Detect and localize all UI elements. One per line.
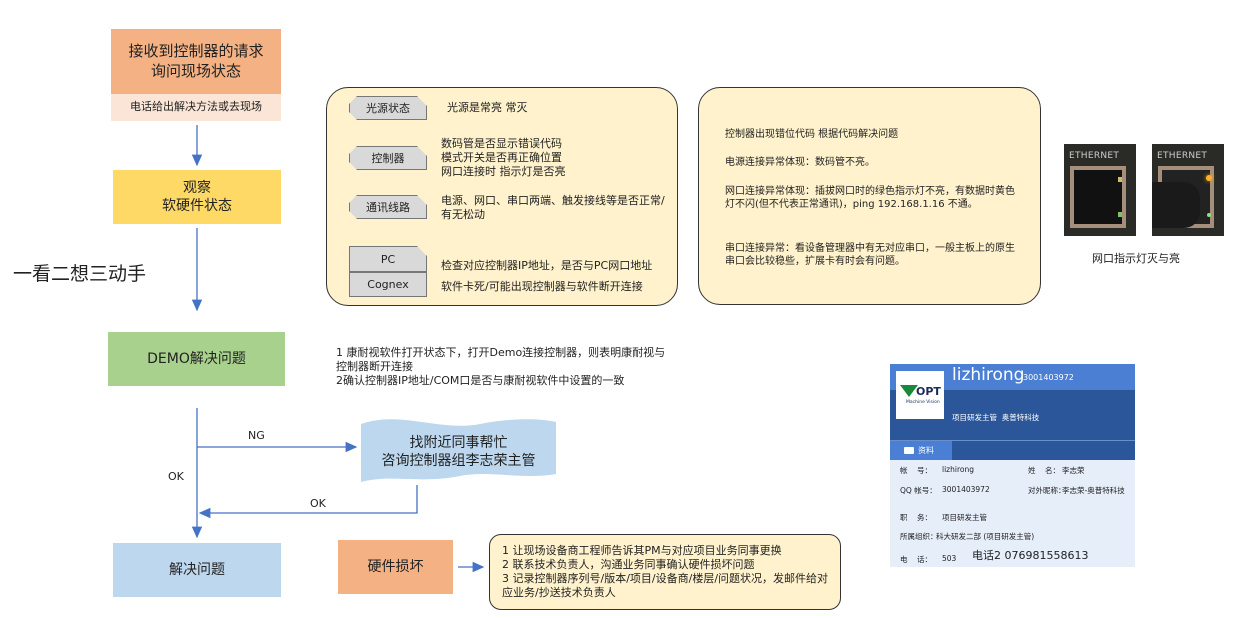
tag-cognex-label: Cognex	[367, 278, 409, 291]
field-qq: 3001403972	[942, 485, 990, 494]
field-account: lizhirong	[942, 465, 974, 474]
field-realname-label: 姓 名：	[1028, 466, 1061, 475]
controller-text: 数码管是否显示错误代码 模式开关是否再正确位置 网口连接时 指示灯是否亮	[441, 137, 566, 178]
field-org: 科大研发二部 (项目研发主管)	[936, 532, 1035, 541]
field-title: 项目研发主管	[942, 513, 987, 522]
field-phone2: 电话2 076981558613	[972, 549, 1089, 562]
step4-solve: 解决问题	[113, 543, 281, 597]
tag-cognex: Cognex	[349, 272, 427, 297]
tag-comm-line-label: 通讯线路	[366, 201, 410, 214]
ok-label-left: OK	[168, 470, 184, 483]
tag-pc-label: PC	[380, 252, 396, 266]
field-phone-label: 电 话：	[900, 555, 933, 564]
light-source-text: 光源是常亮 常灭	[447, 101, 528, 114]
check-panel: 光源状态 光源是常亮 常灭 控制器 数码管是否显示错误代码 模式开关是否再正确位…	[326, 87, 678, 306]
card-qq-header: 3001403972	[1023, 373, 1074, 382]
step3-title: DEMO解决问题	[147, 350, 246, 367]
step3-demo: DEMO解决问题	[108, 332, 285, 386]
card-name: lizhirong	[952, 365, 1025, 385]
ethernet-photo-off: ETHERNET	[1064, 144, 1136, 236]
step1-receive-request: 接收到控制器的请求 询问现场状态	[111, 29, 281, 94]
hardware-title: 硬件损坏	[367, 558, 424, 575]
pc-text: 检查对应控制器IP地址，是否与PC网口地址	[441, 259, 653, 272]
tag-comm-line: 通讯线路	[349, 195, 427, 219]
field-title-label: 职 务：	[900, 513, 933, 522]
opt-logo: OPT Machine Vision	[896, 371, 944, 419]
ethernet-label-on: ETHERNET	[1157, 151, 1208, 161]
diagnosis-panel: 控制器出现错位代码 根据代码解决问题 电源连接异常体现：数码管不亮。 网口连接异…	[698, 87, 1041, 305]
hardware-steps-panel: 1 让现场设备商工程师告诉其PM与对应项目业务同事更换 2 联系技术负责人，沟通…	[489, 534, 841, 610]
ethernet-caption: 网口指示灯灭与亮	[1092, 252, 1180, 265]
hardware-steps-text: 1 让现场设备商工程师告诉其PM与对应项目业务同事更换 2 联系技术负责人，沟通…	[502, 544, 829, 599]
field-account-label: 帐 号：	[900, 466, 933, 475]
step1-note-text: 电话给出解决方法或去现场	[130, 100, 262, 114]
card-subtitle: 项目研发主管 奥普特科技	[952, 413, 1040, 422]
demo-notes: 1 康耐视软件打开状态下，打开Demo连接控制器，则表明康耐视与控制器断开连接 …	[336, 346, 666, 387]
card-tab-label: 资料	[918, 446, 934, 455]
ethernet-photo-on: ETHERNET	[1152, 144, 1224, 236]
help-box: 找附近同事帮忙 咨询控制器组李志荣主管	[361, 426, 556, 478]
step1-note: 电话给出解决方法或去现场	[111, 94, 281, 121]
contact-card: 资料 OPT Machine Vision lizhirong 30014039…	[890, 364, 1135, 567]
diag-para-3: 网口连接异常体现：插拔网口时的绿色指示灯不亮，有数据时黄色灯不闪(但不代表正常通…	[725, 186, 1015, 210]
id-card-icon	[904, 447, 914, 454]
ethernet-label-off: ETHERNET	[1069, 151, 1120, 161]
ok-label-return: OK	[310, 497, 326, 510]
field-org-label: 所属组织：	[900, 532, 938, 541]
led-orange-on	[1206, 175, 1212, 181]
tag-pc: PC	[349, 246, 427, 272]
field-realname: 李志荣	[1062, 466, 1085, 475]
diag-para-2: 电源连接异常体现：数码管不亮。	[725, 157, 875, 168]
tag-controller: 控制器	[349, 146, 427, 170]
ng-label: NG	[248, 429, 265, 442]
led-yellow-off	[1118, 177, 1122, 182]
tag-light-source-label: 光源状态	[366, 102, 410, 115]
led-green-on	[1207, 213, 1211, 217]
step1-title: 接收到控制器的请求 询问现场状态	[128, 42, 264, 80]
card-tab-profile[interactable]: 资料	[890, 441, 952, 460]
tag-controller-label: 控制器	[371, 152, 405, 165]
diag-para-4: 串口连接异常：看设备管理器中有无对应串口，一般主板上的原生串口会比较稳些，扩展卡…	[725, 243, 1015, 267]
help-title: 找附近同事帮忙 咨询控制器组李志荣主管	[381, 434, 536, 469]
cognex-text: 软件卡死/可能出现控制器与软件断开连接	[441, 280, 643, 293]
diag-para-1: 控制器出现错位代码 根据代码解决问题	[725, 129, 899, 140]
arrow-help-ok-return	[198, 485, 418, 519]
step2-observe: 观察 软硬件状态	[113, 170, 281, 224]
ethernet-cable	[1152, 182, 1200, 228]
step2-title: 观察 软硬件状态	[162, 179, 232, 214]
field-nick: 李志荣-奥普特科技	[1062, 486, 1125, 495]
comm-line-text: 电源、网口、串口两端、触发接线等是否正常/有无松动	[441, 194, 665, 221]
field-nick-label: 对外昵称：	[1028, 486, 1066, 495]
field-phone: 503	[942, 554, 957, 563]
field-qq-label: QQ 帐号：	[900, 486, 937, 495]
logo-subtext: Machine Vision	[906, 400, 940, 405]
led-green-off	[1118, 212, 1122, 217]
hardware-damage: 硬件损坏	[338, 540, 453, 594]
step4-title: 解决问题	[169, 561, 225, 578]
motto-text: 一看二想三动手	[13, 263, 147, 285]
ethernet-port-off	[1070, 166, 1126, 228]
tag-light-source: 光源状态	[349, 96, 427, 120]
logo-text: OPT	[916, 385, 941, 398]
